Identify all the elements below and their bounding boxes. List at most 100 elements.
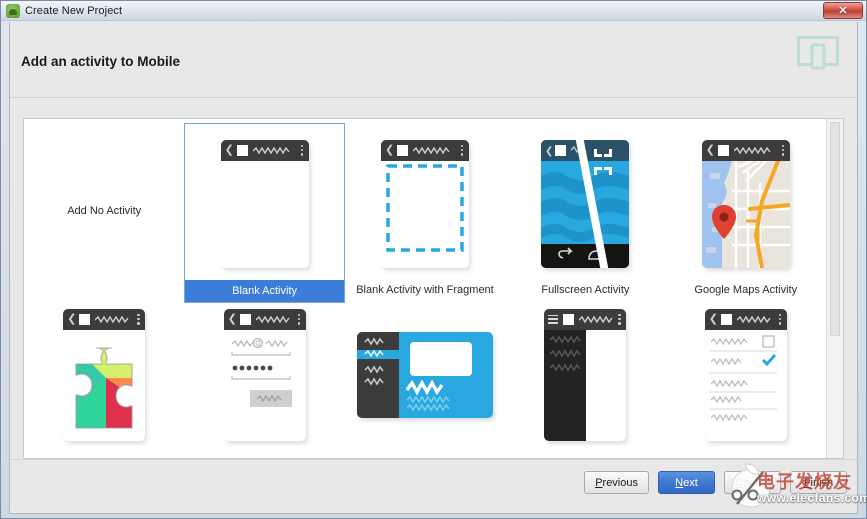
activity-card-add-no-activity[interactable]: Add No Activity	[24, 123, 184, 303]
activity-card-login-activity[interactable]: ❮	[184, 303, 344, 451]
title-squiggle-icon	[733, 146, 771, 154]
app-logo-icon	[236, 144, 248, 156]
activity-card-label: Fullscreen Activity	[541, 284, 630, 296]
dialog-body: Add an activity to Mobile Add No Activit…	[9, 22, 858, 514]
android-robot-icon	[6, 3, 20, 18]
activity-grid: Add No Activity ❮ Blank Activity ❮ Blank…	[24, 119, 826, 458]
app-logo-icon	[563, 313, 575, 325]
phone-mockup	[544, 308, 627, 441]
fragment-outline-icon	[386, 163, 464, 252]
next-label-post: ext	[683, 476, 698, 489]
phone-mockup: ❮	[63, 308, 146, 441]
page-title: Add an activity to Mobile	[21, 54, 181, 69]
activity-card-fullscreen-activity[interactable]: ❮ Fullscreen Activity	[505, 123, 665, 303]
wizard-button-row: Previous Next Cancel Finish	[584, 471, 847, 494]
activity-gallery[interactable]: Add No Activity ❮ Blank Activity ❮ Blank…	[23, 118, 844, 459]
app-logo-icon	[397, 144, 409, 156]
title-squiggle-icon	[255, 315, 290, 323]
activity-card-label	[505, 442, 665, 451]
thumb-fullscreen-activity: ❮	[505, 123, 665, 280]
title-squiggle-icon	[413, 146, 450, 154]
previous-label-post: revious	[602, 476, 638, 489]
phone-mockup: ❮	[541, 139, 630, 268]
gallery-row: Add No Activity ❮ Blank Activity ❮ Blank…	[24, 123, 826, 303]
app-logo-icon	[720, 313, 732, 325]
app-toolbar: ❮	[220, 139, 309, 161]
create-new-project-window: Create New Project ✕ Add an activity to …	[0, 0, 867, 519]
activity-card-label	[24, 442, 184, 451]
phone-mockup: ❮	[701, 139, 790, 268]
overflow-menu-icon	[460, 144, 464, 156]
thumb-settings-activity: ❮	[666, 303, 826, 442]
back-arrow-icon: ❮	[67, 312, 77, 325]
titlebar-filler	[126, 3, 862, 19]
gallery-row: ❮ ❮ ❮	[24, 303, 826, 451]
back-arrow-icon: ❮	[227, 312, 237, 325]
gallery-vertical-scrollbar[interactable]	[826, 119, 843, 458]
phone-mockup: ❮	[220, 139, 309, 268]
phone-mockup: ❮	[704, 308, 787, 441]
activity-card-master-detail-flow[interactable]	[345, 303, 505, 451]
title-squiggle-icon	[736, 315, 771, 323]
settings-list-preview-icon	[708, 334, 777, 421]
close-icon[interactable]: ✕	[823, 2, 863, 19]
previous-button[interactable]: Previous	[584, 471, 649, 494]
wizard-header: Add an activity to Mobile	[10, 22, 857, 98]
cancel-label-post: ancel	[743, 476, 770, 489]
play-services-puzzle-icon	[75, 346, 133, 429]
activity-card-label: Google Maps Activity	[694, 284, 798, 296]
activity-card-blank-activity-with-fragment[interactable]: ❮ Blank Activity with Fragment	[345, 123, 505, 303]
back-arrow-icon: ❮	[224, 143, 234, 156]
title-squiggle-icon	[252, 146, 290, 154]
app-toolbar: ❮	[380, 139, 469, 161]
title-squiggle-icon	[95, 315, 129, 323]
thumb-google-maps-activity: ❮	[666, 123, 826, 280]
activity-card-google-play-services[interactable]: ❮	[24, 303, 184, 451]
overflow-menu-icon	[618, 313, 621, 325]
wizard-footer: Previous Next Cancel Finish	[10, 459, 857, 513]
scrollbar-thumb[interactable]	[830, 122, 840, 336]
activity-card-label: Add No Activity	[67, 204, 142, 217]
next-mnemonic: N	[675, 476, 684, 489]
finish-button[interactable]: Finish	[790, 471, 847, 494]
cancel-button[interactable]: Cancel	[724, 471, 781, 494]
tablet-mockup	[356, 331, 493, 418]
next-button[interactable]: Next	[658, 471, 715, 494]
cancel-mnemonic: C	[735, 476, 744, 489]
back-arrow-icon: ❮	[708, 312, 718, 325]
thumb-empty: Add No Activity	[24, 123, 184, 294]
activity-card-google-maps-activity[interactable]: ❮ Google Maps Activity	[666, 123, 826, 303]
app-toolbar: ❮	[704, 308, 787, 330]
overflow-menu-icon	[778, 313, 782, 325]
app-logo-icon	[717, 144, 729, 156]
fullscreen-preview-icon: ❮	[541, 139, 630, 268]
window-title: Create New Project	[25, 4, 123, 17]
title-squiggle-icon	[579, 315, 613, 323]
window-titlebar[interactable]: Create New Project ✕	[1, 1, 866, 21]
thumb-blank-activity-fragment: ❮	[345, 123, 505, 280]
app-logo-icon	[79, 313, 91, 325]
app-toolbar: ❮	[223, 308, 306, 330]
back-arrow-icon: ❮	[705, 143, 715, 156]
thumb-blank-activity: ❮	[184, 123, 344, 280]
activity-card-settings-activity[interactable]: ❮	[666, 303, 826, 451]
overflow-menu-icon	[300, 144, 304, 156]
app-toolbar	[544, 308, 627, 330]
overflow-menu-icon	[137, 313, 140, 325]
overflow-menu-icon	[297, 313, 301, 325]
mobile-device-outline-icon	[797, 36, 839, 70]
activity-card-blank-activity[interactable]: ❮ Blank Activity	[184, 123, 345, 303]
activity-card-label: Blank Activity with Fragment	[356, 284, 494, 296]
activity-card-label	[666, 442, 826, 451]
thumb-master-detail-flow	[345, 303, 505, 442]
app-toolbar: ❮	[63, 308, 146, 330]
thumb-navigation-drawer	[505, 303, 665, 442]
app-toolbar: ❮	[701, 139, 790, 161]
back-arrow-icon: ❮	[384, 143, 395, 156]
activity-card-navigation-drawer-activity[interactable]	[505, 303, 665, 451]
finish-mnemonic: F	[803, 476, 811, 489]
activity-card-label: Blank Activity	[184, 280, 345, 303]
map-preview-icon	[701, 160, 790, 268]
thumb-login-activity: ❮	[184, 303, 344, 442]
hamburger-menu-icon	[548, 314, 559, 324]
